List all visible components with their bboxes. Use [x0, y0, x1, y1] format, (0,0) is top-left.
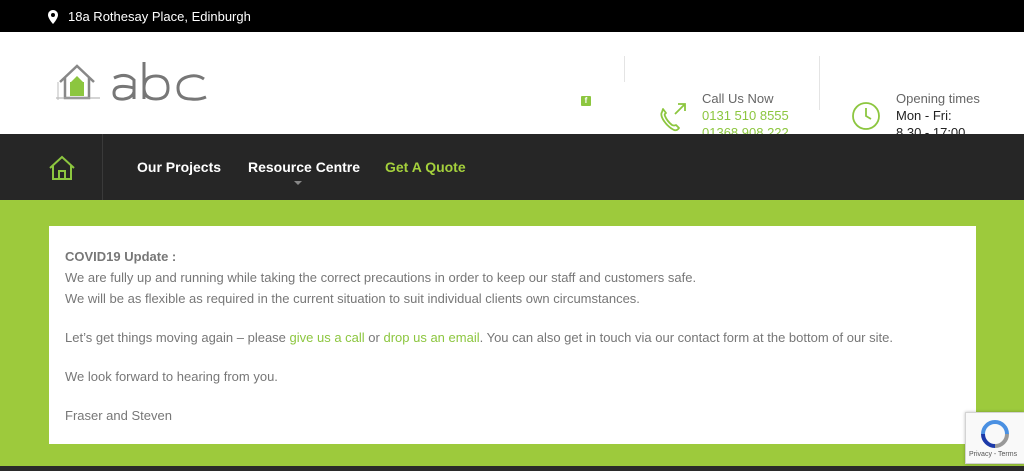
clock-icon — [852, 102, 880, 130]
recaptcha-icon — [981, 420, 1009, 448]
nav-our-projects[interactable]: Our Projects — [137, 159, 221, 175]
home-icon[interactable] — [48, 155, 76, 181]
p2-end: . You can also get in touch via our cont… — [479, 330, 893, 345]
give-us-a-call-link[interactable]: give us a call — [290, 330, 365, 345]
divider — [624, 56, 625, 82]
footer-edge — [0, 466, 1024, 471]
main-nav: Our Projects Resource Centre Get A Quote — [0, 134, 1024, 200]
covid-notice: COVID19 Update : We are fully up and run… — [49, 226, 976, 444]
recaptcha-badge[interactable]: Privacy - Terms — [965, 412, 1024, 464]
facebook-icon[interactable]: f — [581, 96, 591, 106]
notice-signature: Fraser and Steven — [65, 408, 172, 423]
nav-divider — [102, 134, 103, 200]
p2-start: Let’s get things moving again – please — [65, 330, 290, 345]
phone-icon — [660, 103, 686, 132]
call-label: Call Us Now — [702, 91, 774, 106]
chevron-down-icon — [294, 181, 302, 185]
site-header: f Call Us Now 0131 510 8555 01368 908 22… — [0, 32, 1024, 140]
location-pin-icon — [48, 9, 58, 24]
drop-us-an-email-link[interactable]: drop us an email — [383, 330, 479, 345]
notice-line-2: We will be as flexible as required in th… — [65, 291, 640, 306]
phone-number-1[interactable]: 0131 510 8555 — [702, 107, 789, 124]
recaptcha-links[interactable]: Privacy - Terms — [969, 451, 1017, 458]
notice-paragraph-3: We look forward to hearing from you. — [65, 369, 278, 384]
nav-get-a-quote[interactable]: Get A Quote — [385, 159, 466, 175]
opening-label: Opening times — [896, 91, 980, 106]
p2-or: or — [364, 330, 384, 345]
divider — [819, 56, 820, 110]
address-text: 18a Rothesay Place, Edinburgh — [68, 9, 251, 24]
abc-logo[interactable] — [56, 52, 216, 112]
top-bar: 18a Rothesay Place, Edinburgh — [0, 0, 1024, 32]
address: 18a Rothesay Place, Edinburgh — [48, 9, 251, 24]
notice-line-1: We are fully up and running while taking… — [65, 270, 697, 285]
opening-days: Mon - Fri: — [896, 108, 952, 123]
notice-title: COVID19 Update : — [65, 249, 177, 264]
notice-paragraph-2: Let’s get things moving again – please g… — [65, 327, 960, 348]
nav-resource-centre[interactable]: Resource Centre — [248, 159, 360, 175]
